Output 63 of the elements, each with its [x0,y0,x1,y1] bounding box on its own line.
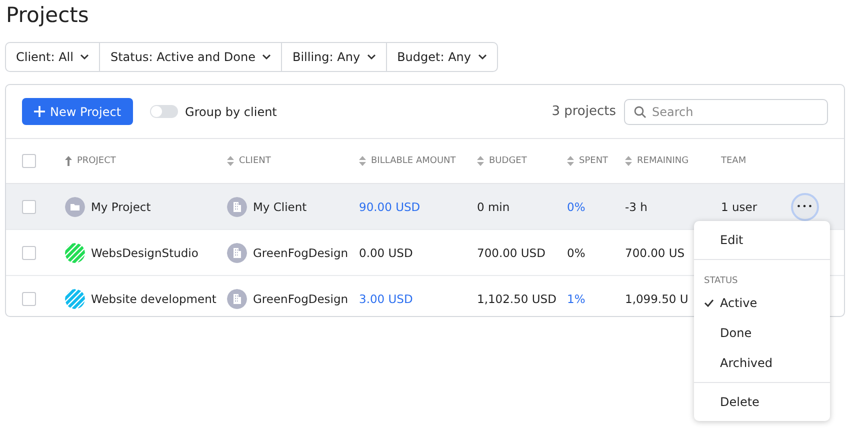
billable-amount[interactable]: 90.00 USD [359,200,420,214]
chevron-down-icon [262,54,272,60]
building-icon [227,288,247,308]
menu-item[interactable]: Active [694,288,830,318]
budget-cell: 700.00 USD [477,246,546,260]
chevron-down-icon [367,54,376,60]
budget-cell: 1,102.50 USD [477,292,556,306]
billable-amount: 0.00 USD [359,246,413,260]
column-header[interactable]: PROJECT [77,156,116,166]
spent-cell[interactable]: 0% [567,200,586,214]
column-header[interactable]: BUDGET [489,156,527,166]
filter-dropdown[interactable]: Status: Active and Done [100,43,282,71]
chevron-down-icon [478,54,487,60]
project-count: 3 projects [552,104,616,119]
filter-dropdown[interactable]: Billing: Any [282,43,388,71]
team-cell: 1 user [721,200,758,214]
project-name[interactable]: WebsDesignStudio [91,246,198,260]
client-name: My Client [253,200,307,214]
plus-icon [34,106,45,117]
sort-icon[interactable] [625,156,632,166]
column-header[interactable]: CLIENT [239,156,271,166]
chevron-down-icon [80,54,90,60]
project-name[interactable]: Website development [91,292,216,306]
filter-dropdown[interactable]: Client: All [6,43,100,71]
page-title: Projects [5,2,90,29]
menu-item[interactable]: Archived [694,348,830,378]
menu-heading: STATUS [703,275,739,288]
sort-icon[interactable] [567,156,574,166]
menu-item[interactable]: Done [694,318,830,348]
project-name[interactable]: My Project [91,200,151,214]
row-checkbox[interactable] [22,292,36,306]
new-project-button[interactable]: New Project [22,98,134,125]
toggle-label: Group by client [185,104,277,118]
sort-icon[interactable] [477,156,484,166]
sort-icon[interactable] [227,156,234,166]
sort-icon[interactable] [359,156,366,166]
building-icon [227,196,247,216]
spent-cell[interactable]: 1% [567,292,586,306]
row-checkbox[interactable] [22,246,36,260]
budget-cell: 0 min [477,200,510,214]
menu-item[interactable]: Edit [694,225,830,255]
search-field[interactable]: Search [624,98,828,124]
client-name: GreenFogDesign [253,292,348,306]
billable-amount[interactable]: 3.00 USD [359,292,413,306]
column-header[interactable]: TEAM [721,156,746,166]
more-button[interactable]: ••• [791,192,819,220]
column-header[interactable]: BILLABLE AMOUNT [371,156,456,166]
remaining-cell: 1,099.50 U [625,292,688,306]
group-toggle[interactable] [150,105,178,118]
select-all-checkbox[interactable] [22,154,36,168]
sort-up-icon[interactable] [65,156,72,166]
remaining-cell: -3 h [625,200,648,214]
column-header[interactable]: SPENT [579,156,608,166]
remaining-cell: 700.00 US [625,246,685,260]
row-checkbox[interactable] [22,200,36,214]
spent-cell: 0% [567,246,586,260]
client-name: GreenFogDesign [253,246,348,260]
filter-dropdown[interactable]: Budget: Any [387,43,497,71]
column-header[interactable]: REMAINING [637,156,689,166]
folder-icon [65,196,85,216]
menu-item[interactable]: Delete [694,387,830,417]
building-icon [227,242,247,262]
check-icon [704,299,714,307]
